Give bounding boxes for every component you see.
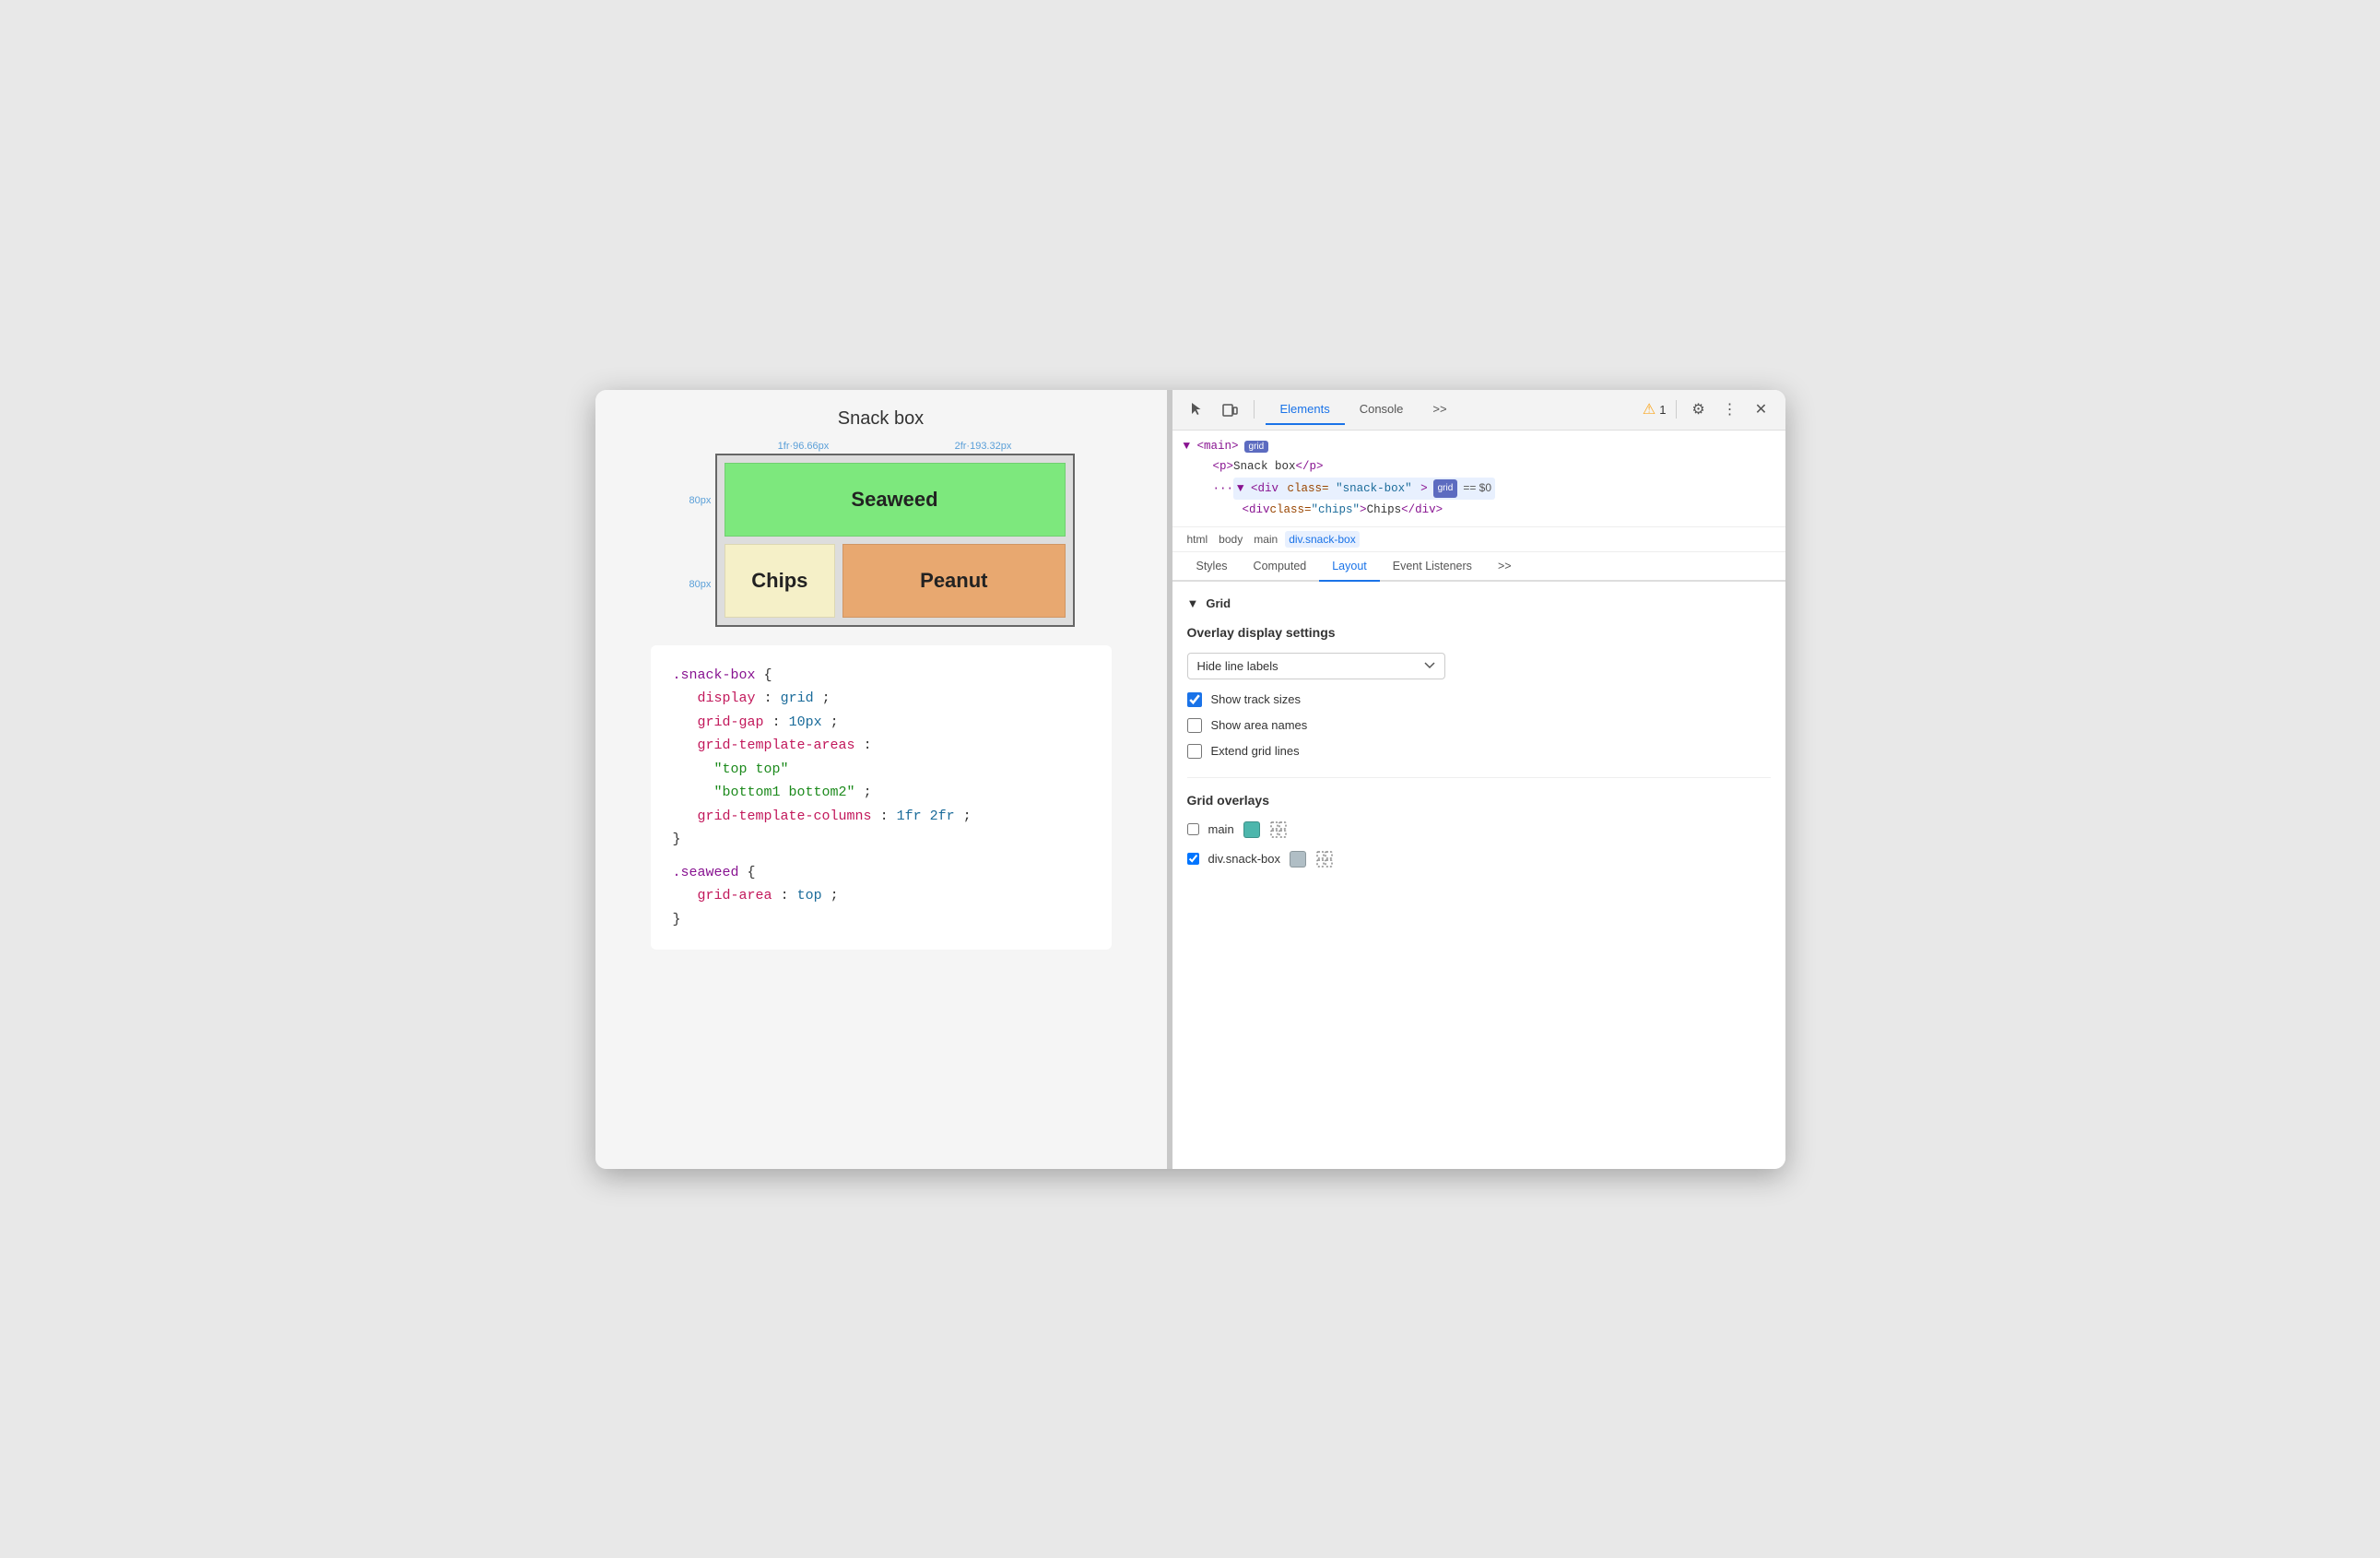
more-options-icon[interactable]: ⋮ — [1717, 396, 1743, 422]
snack-grid: Seaweed Chips Peanut — [715, 454, 1075, 627]
chips-cell: Chips — [725, 544, 836, 618]
devtools-toolbar: Elements Console >> ⚠ 1 ⚙ ⋮ ✕ — [1172, 390, 1785, 431]
page-panel: Snack box 1fr·96.66px 2fr·193.32px 80px … — [595, 390, 1167, 1169]
code-line-10: grid-area : top ; — [673, 884, 1090, 908]
dom-line-p[interactable]: <p> Snack box </p> — [1184, 456, 1774, 478]
section-divider — [1187, 777, 1771, 778]
settings-icon[interactable]: ⚙ — [1686, 396, 1712, 422]
row-label-1: 80px — [689, 495, 712, 506]
overlay-snackbox-color[interactable] — [1290, 851, 1306, 868]
breadcrumb-body[interactable]: body — [1215, 531, 1246, 548]
code-line-11: } — [673, 908, 1090, 932]
code-line-6: "bottom1 bottom2" ; — [673, 781, 1090, 805]
code-line-5: "top top" — [673, 758, 1090, 782]
code-spacer — [673, 852, 1090, 861]
col-label-1: 1fr·96.66px — [778, 441, 830, 452]
code-panel: .snack-box { display : grid ; grid-gap :… — [651, 645, 1112, 950]
code-line-4: grid-template-areas : — [673, 734, 1090, 758]
equals-badge: == $0 — [1463, 478, 1491, 499]
tab-layout[interactable]: Layout — [1319, 552, 1380, 582]
overlay-main-row: main — [1187, 820, 1771, 839]
overlay-main-dots-icon[interactable] — [1269, 820, 1288, 839]
tab-panel-more[interactable]: >> — [1485, 552, 1525, 582]
code-line-8: } — [673, 828, 1090, 852]
close-icon[interactable]: ✕ — [1749, 396, 1774, 422]
grid-badge-main: grid — [1244, 441, 1269, 453]
grid-column-labels: 1fr·96.66px 2fr·193.32px — [688, 441, 1075, 452]
tab-elements[interactable]: Elements — [1266, 395, 1345, 425]
show-area-names-label: Show area names — [1211, 718, 1308, 732]
overlay-settings-title: Overlay display settings — [1187, 625, 1771, 640]
extend-grid-lines-row: Extend grid lines — [1187, 744, 1771, 759]
cursor-icon[interactable] — [1184, 396, 1209, 422]
browser-window: Snack box 1fr·96.66px 2fr·193.32px 80px … — [595, 390, 1785, 1169]
snack-box-demo: Snack box 1fr·96.66px 2fr·193.32px 80px … — [614, 408, 1149, 627]
tab-more[interactable]: >> — [1418, 395, 1461, 425]
show-track-sizes-checkbox[interactable] — [1187, 692, 1202, 707]
show-area-names-row: Show area names — [1187, 718, 1771, 733]
grid-container-wrapper: 1fr·96.66px 2fr·193.32px 80px 80px Seawe… — [688, 441, 1075, 627]
grid-overlays-title: Grid overlays — [1187, 793, 1771, 808]
overlay-display-select[interactable]: Hide line labels Show line labels Show n… — [1187, 653, 1445, 679]
code-line-7: grid-template-columns : 1fr 2fr ; — [673, 805, 1090, 829]
code-line-3: grid-gap : 10px ; — [673, 711, 1090, 735]
grid-section-header[interactable]: ▼ Grid — [1187, 596, 1771, 610]
overlay-main-label: main — [1208, 822, 1234, 836]
grid-section-label: Grid — [1206, 596, 1231, 610]
show-track-sizes-row: Show track sizes — [1187, 692, 1771, 707]
dom-line-snack-box[interactable]: ··· ▼ <div class= "snack-box" > grid == … — [1184, 478, 1774, 501]
peanut-cell: Peanut — [842, 544, 1065, 618]
code-line-2: display : grid ; — [673, 687, 1090, 711]
grid-overlays-section: Grid overlays main — [1187, 793, 1771, 868]
grid-row-labels: 80px 80px — [689, 459, 712, 627]
breadcrumb-main[interactable]: main — [1250, 531, 1281, 548]
dom-selected-element: ▼ <div class= "snack-box" > grid == $0 — [1233, 478, 1495, 501]
show-area-names-checkbox[interactable] — [1187, 718, 1202, 733]
overlay-main-checkbox[interactable] — [1187, 823, 1199, 835]
code-line-1: .snack-box { — [673, 664, 1090, 688]
tab-console[interactable]: Console — [1345, 395, 1419, 425]
overlay-snackbox-label: div.snack-box — [1208, 852, 1281, 866]
panel-tabs: Styles Computed Layout Event Listeners >… — [1172, 552, 1785, 582]
overlay-dropdown-row: Hide line labels Show line labels Show n… — [1187, 653, 1771, 679]
col-label-2: 2fr·193.32px — [955, 441, 1012, 452]
warning-badge: ⚠ 1 — [1643, 400, 1667, 419]
toolbar-right: ⚠ 1 ⚙ ⋮ ✕ — [1643, 396, 1774, 422]
devtools-main-tabs: Elements Console >> — [1266, 395, 1462, 425]
overlay-snackbox-dots-icon[interactable] — [1315, 850, 1334, 868]
dom-line-chips[interactable]: <div class= "chips" > Chips </div> — [1184, 500, 1774, 521]
toolbar-separator — [1254, 400, 1255, 419]
extend-grid-lines-checkbox[interactable] — [1187, 744, 1202, 759]
tab-computed[interactable]: Computed — [1241, 552, 1320, 582]
grid-collapse-icon: ▼ — [1187, 596, 1199, 610]
row-label-2: 80px — [689, 579, 712, 590]
toolbar-separator-2 — [1676, 400, 1677, 419]
seaweed-cell: Seaweed — [725, 463, 1066, 537]
device-icon[interactable] — [1217, 396, 1243, 422]
overlay-snackbox-checkbox[interactable] — [1187, 853, 1199, 865]
overlay-snackbox-row: div.snack-box — [1187, 850, 1771, 868]
grid-badge-snackbox: grid — [1433, 479, 1458, 498]
devtools-panel: Elements Console >> ⚠ 1 ⚙ ⋮ ✕ — [1172, 390, 1785, 1169]
layout-panel: ▼ Grid Overlay display settings Hide lin… — [1172, 582, 1785, 1169]
overlay-settings-section: Overlay display settings Hide line label… — [1187, 625, 1771, 759]
tab-event-listeners[interactable]: Event Listeners — [1380, 552, 1485, 582]
show-track-sizes-label: Show track sizes — [1211, 692, 1302, 706]
tab-styles[interactable]: Styles — [1184, 552, 1241, 582]
warning-count: 1 — [1659, 403, 1666, 417]
overlay-main-color[interactable] — [1243, 821, 1260, 838]
breadcrumb-snackbox[interactable]: div.snack-box — [1285, 531, 1359, 548]
dom-line-main[interactable]: ▼ <main> grid — [1184, 436, 1774, 457]
warning-icon: ⚠ — [1643, 400, 1655, 419]
breadcrumb-html[interactable]: html — [1184, 531, 1212, 548]
extend-grid-lines-label: Extend grid lines — [1211, 744, 1300, 758]
dom-tree: ▼ <main> grid <p> Snack box </p> ··· — [1172, 431, 1785, 527]
breadcrumb: html body main div.snack-box — [1172, 527, 1785, 552]
code-line-9: .seaweed { — [673, 861, 1090, 885]
snack-box-title: Snack box — [838, 408, 924, 430]
